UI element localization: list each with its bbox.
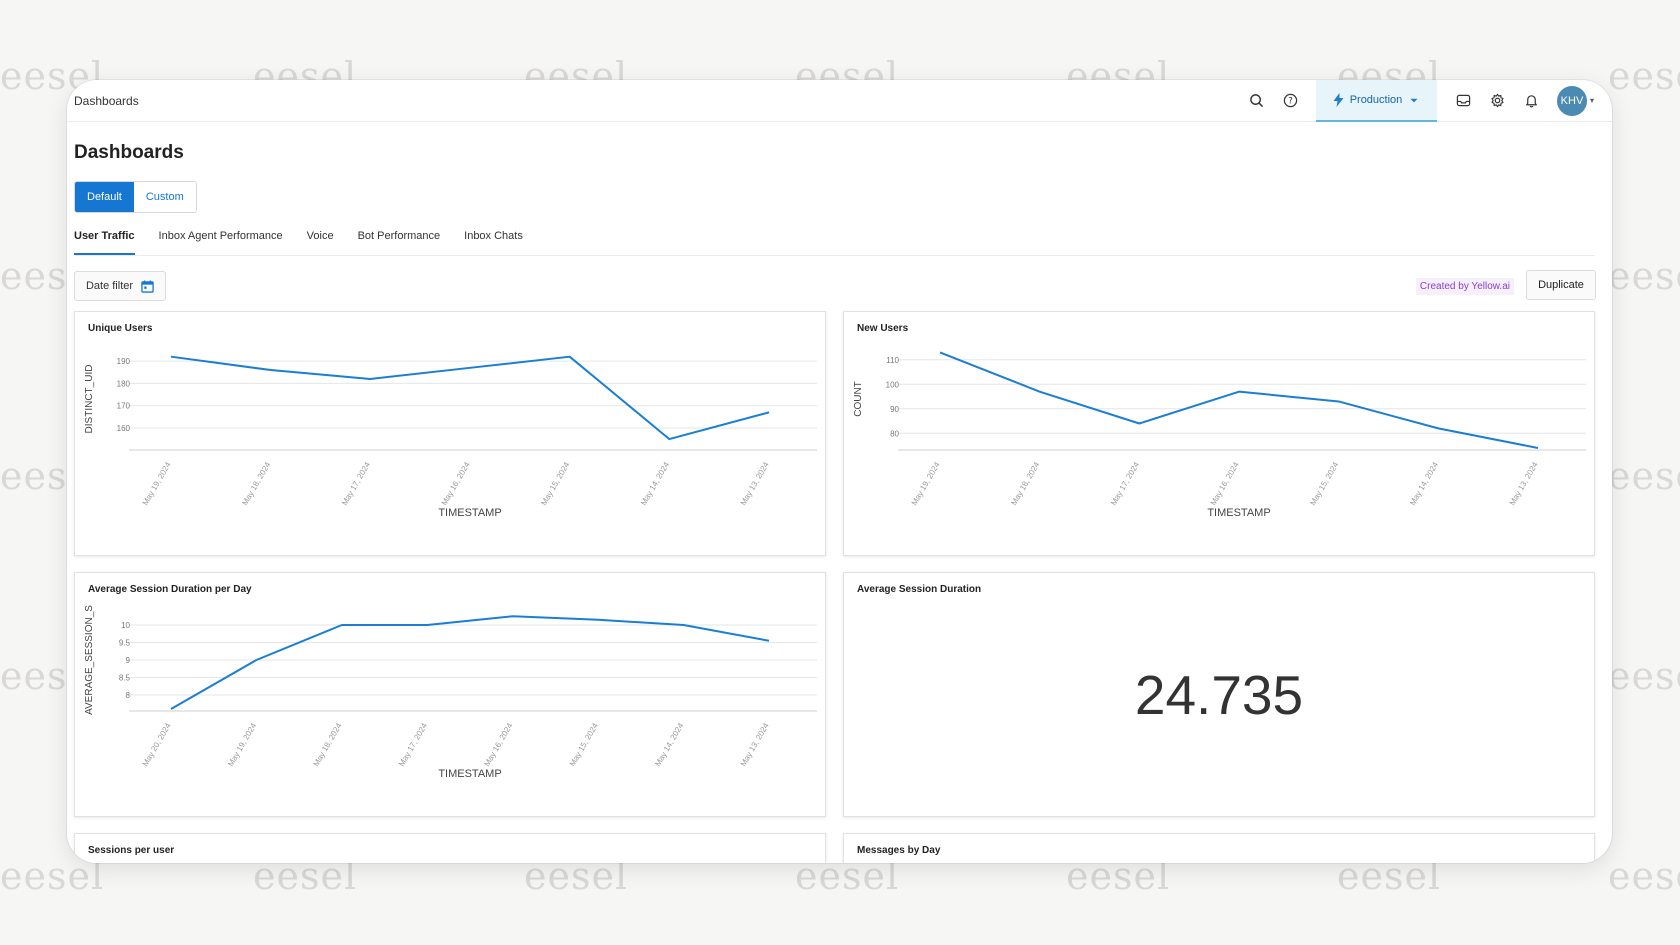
x-tick-label: May 15, 2024 <box>568 721 600 768</box>
default-toggle-button[interactable]: Default <box>75 182 134 212</box>
tab-inbox-chats[interactable]: Inbox Chats <box>464 223 523 255</box>
created-by-badge: Created by Yellow.ai <box>1416 278 1514 295</box>
avatar-caret-icon[interactable]: ▾ <box>1590 96 1594 105</box>
x-tick-label: May 14, 2024 <box>639 460 671 507</box>
chevron-down-icon <box>1408 94 1420 106</box>
x-tick-label: May 18, 2024 <box>1009 460 1041 507</box>
bolt-icon <box>1333 93 1344 107</box>
app-title: Dashboards <box>74 94 139 108</box>
environment-label: Production <box>1350 94 1403 106</box>
x-tick-label: May 19, 2024 <box>141 460 173 507</box>
app-window: Dashboards ? Production KHV ▾ <box>67 80 1612 863</box>
bell-icon[interactable] <box>1522 91 1542 111</box>
x-axis-label: TIMESTAMP <box>438 507 501 519</box>
x-tick-label: May 20, 2024 <box>141 721 173 768</box>
sessions-per-user-card: Sessions per user <box>74 833 826 863</box>
avg-session-value: 24.735 <box>844 663 1594 727</box>
y-tick-label: 100 <box>886 380 900 389</box>
duplicate-button[interactable]: Duplicate <box>1526 270 1596 300</box>
y-tick-label: 10 <box>121 621 130 630</box>
x-tick-label: May 17, 2024 <box>1109 460 1141 507</box>
date-filter-label: Date filter <box>86 280 133 292</box>
x-tick-label: May 14, 2024 <box>653 721 685 768</box>
environment-selector[interactable]: Production <box>1316 80 1437 122</box>
y-tick-label: 160 <box>117 424 131 433</box>
x-tick-label: May 13, 2024 <box>739 460 771 507</box>
watermark-text: eesel <box>1608 654 1680 698</box>
y-tick-label: 190 <box>117 357 131 366</box>
card-title: Average Session Duration <box>857 584 981 595</box>
x-axis-label: TIMESTAMP <box>1207 507 1270 519</box>
x-tick-label: May 17, 2024 <box>397 721 429 768</box>
y-tick-label: 170 <box>117 402 131 411</box>
x-axis-label: TIMESTAMP <box>438 768 501 780</box>
watermark-text: eesel <box>1608 454 1680 498</box>
help-icon[interactable]: ? <box>1281 91 1301 111</box>
series-line <box>171 357 769 439</box>
x-tick-label: May 14, 2024 <box>1408 460 1440 507</box>
tab-inbox-agent-performance[interactable]: Inbox Agent Performance <box>159 223 283 255</box>
unique-users-card: Unique Users 160170180190May 19, 2024May… <box>74 311 826 556</box>
y-tick-label: 90 <box>890 405 899 414</box>
avg-session-per-day-card: Average Session Duration per Day 88.599.… <box>74 572 826 817</box>
y-axis-label: COUNT <box>853 381 864 417</box>
x-tick-label: May 16, 2024 <box>440 460 472 507</box>
y-tick-label: 8.5 <box>119 674 131 683</box>
x-tick-label: May 16, 2024 <box>482 721 514 768</box>
x-tick-label: May 18, 2024 <box>312 721 344 768</box>
dashboard-tabs: User Traffic Inbox Agent Performance Voi… <box>74 223 1595 256</box>
messages-by-day-card: Messages by Day <box>843 833 1595 863</box>
x-tick-label: May 19, 2024 <box>226 721 258 768</box>
svg-text:?: ? <box>1289 96 1293 106</box>
x-tick-label: May 15, 2024 <box>1308 460 1340 507</box>
tab-user-traffic[interactable]: User Traffic <box>74 223 135 255</box>
date-filter-button[interactable]: Date filter <box>74 271 166 301</box>
x-tick-label: May 16, 2024 <box>1209 460 1241 507</box>
y-tick-label: 180 <box>117 379 131 388</box>
top-bar: Dashboards ? Production KHV ▾ <box>67 80 1612 122</box>
x-tick-label: May 13, 2024 <box>1508 460 1540 507</box>
new-users-chart: 80 90 100 110 May 19, 2024 May 18, 2024 May 17… <box>844 312 1596 557</box>
settings-icon[interactable] <box>1488 91 1508 111</box>
x-tick-label: May 13, 2024 <box>739 721 771 768</box>
custom-toggle-button[interactable]: Custom <box>134 182 196 212</box>
card-title: Messages by Day <box>857 845 940 856</box>
avg-session-per-day-chart: 8 8.5 9 9.5 10 May 20, 2024 May 19, 2024 May 18… <box>75 573 827 818</box>
tab-voice[interactable]: Voice <box>307 223 334 255</box>
y-axis-label: AVERAGE_SESSION_S <box>84 605 95 715</box>
x-tick-label: May 15, 2024 <box>539 460 571 507</box>
y-axis-label: DISTINCT_UID <box>84 365 95 434</box>
tab-bot-performance[interactable]: Bot Performance <box>358 223 441 255</box>
x-tick-label: May 18, 2024 <box>240 460 272 507</box>
watermark-text: eesel <box>1608 254 1680 298</box>
y-tick-label: 80 <box>890 429 899 438</box>
x-tick-label: May 17, 2024 <box>340 460 372 507</box>
search-icon[interactable] <box>1247 91 1267 111</box>
top-bar-actions: ? Production KHV ▾ <box>1240 80 1612 122</box>
inbox-icon[interactable] <box>1454 91 1474 111</box>
avatar[interactable]: KHV <box>1557 86 1587 116</box>
watermark-text: eesel <box>1608 854 1680 898</box>
card-title: Sessions per user <box>88 845 174 856</box>
x-tick-label: May 19, 2024 <box>910 460 942 507</box>
watermark-text: eesel <box>1608 54 1680 98</box>
y-tick-label: 9.5 <box>119 639 131 648</box>
y-tick-label: 110 <box>886 356 899 365</box>
avg-session-card: Average Session Duration 24.735 <box>843 572 1595 817</box>
calendar-icon <box>141 280 154 293</box>
page-title: Dashboards <box>74 142 184 164</box>
dashboard-type-toggle: Default Custom <box>74 181 197 213</box>
y-tick-label: 8 <box>126 691 131 700</box>
y-tick-label: 9 <box>126 656 131 665</box>
new-users-card: New Users 8090100110May 19, 2024May 18, … <box>843 311 1595 556</box>
unique-users-chart: 160 170 180 190 May 19, 2024 May 18, 2024 May … <box>75 312 827 557</box>
